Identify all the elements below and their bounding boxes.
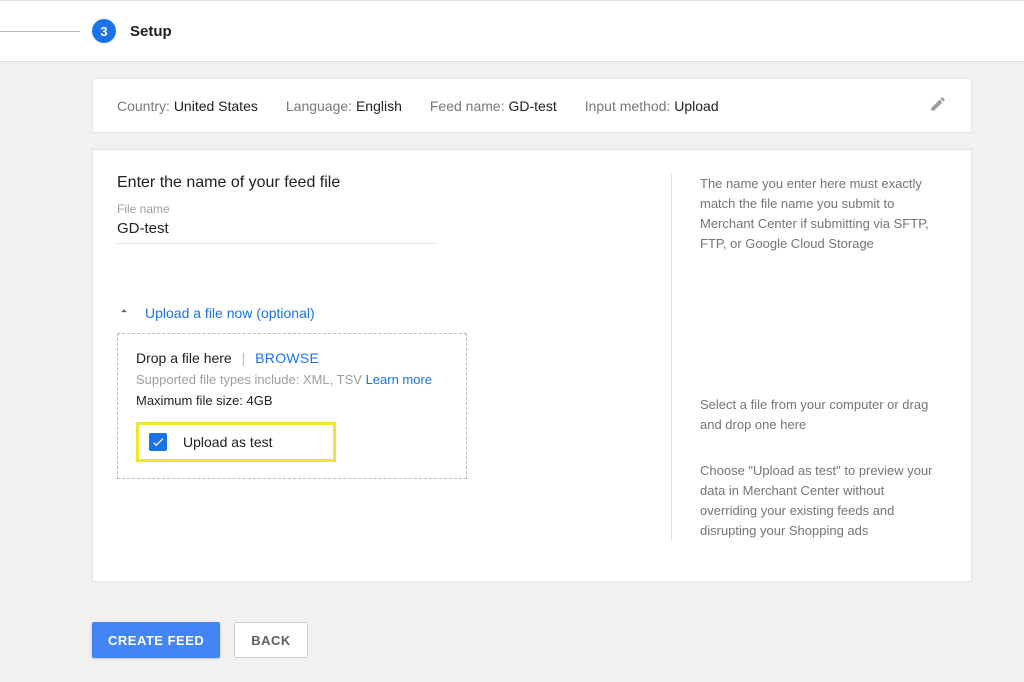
- summary-feed-name-label: Feed name:: [430, 98, 509, 114]
- chevron-up-icon: [117, 304, 131, 321]
- upload-as-test-highlight: Upload as test: [136, 422, 336, 462]
- step-number-badge: 3: [92, 19, 116, 43]
- help-column: The name you enter here must exactly mat…: [671, 174, 971, 541]
- help-para-3: Choose "Upload as test" to preview your …: [700, 461, 943, 542]
- upload-expander-label: Upload a file now (optional): [145, 305, 315, 321]
- section-title: Enter the name of your feed file: [117, 174, 631, 192]
- learn-more-link[interactable]: Learn more: [366, 372, 432, 387]
- edit-icon[interactable]: [929, 95, 947, 116]
- upload-expander[interactable]: Upload a file now (optional): [117, 304, 631, 321]
- summary-country: Country: United States: [117, 98, 258, 114]
- help-para-1: The name you enter here must exactly mat…: [700, 174, 943, 255]
- summary-input-method-value: Upload: [674, 98, 718, 114]
- stepper-line: [0, 31, 80, 32]
- upload-as-test-checkbox[interactable]: [149, 433, 167, 451]
- left-column: Enter the name of your feed file File na…: [93, 174, 671, 541]
- summary-input-method-label: Input method:: [585, 98, 675, 114]
- create-feed-button[interactable]: CREATE FEED: [92, 622, 220, 658]
- stepper-bar: 3 Setup: [0, 0, 1024, 62]
- file-name-field[interactable]: GD-test: [117, 220, 437, 244]
- summary-input-method: Input method: Upload: [585, 98, 719, 114]
- summary-country-value: United States: [174, 98, 258, 114]
- separator: |: [242, 350, 246, 366]
- summary-language-value: English: [356, 98, 402, 114]
- step-title: Setup: [130, 23, 172, 40]
- drop-text: Drop a file here: [136, 350, 232, 366]
- summary-language: Language: English: [286, 98, 402, 114]
- back-button[interactable]: BACK: [234, 622, 308, 658]
- summary-language-label: Language:: [286, 98, 356, 114]
- summary-feed-name-value: GD-test: [508, 98, 556, 114]
- step-number: 3: [100, 24, 107, 39]
- help-para-2: Select a file from your computer or drag…: [700, 395, 943, 435]
- summary-card: Country: United States Language: English…: [92, 78, 972, 133]
- browse-button[interactable]: BROWSE: [255, 350, 319, 366]
- upload-as-test-label: Upload as test: [183, 434, 273, 450]
- buttons-row: CREATE FEED BACK: [92, 622, 972, 658]
- dropzone-row1: Drop a file here | BROWSE: [136, 350, 448, 366]
- summary-feed-name: Feed name: GD-test: [430, 98, 557, 114]
- file-name-label: File name: [117, 202, 631, 216]
- main-card: Enter the name of your feed file File na…: [92, 149, 972, 582]
- dropzone[interactable]: Drop a file here | BROWSE Supported file…: [117, 333, 467, 479]
- supported-text: Supported file types include: XML, TSV: [136, 372, 366, 387]
- max-size-text: Maximum file size: 4GB: [136, 393, 448, 408]
- dropzone-row2: Supported file types include: XML, TSV L…: [136, 372, 448, 387]
- summary-country-label: Country:: [117, 98, 174, 114]
